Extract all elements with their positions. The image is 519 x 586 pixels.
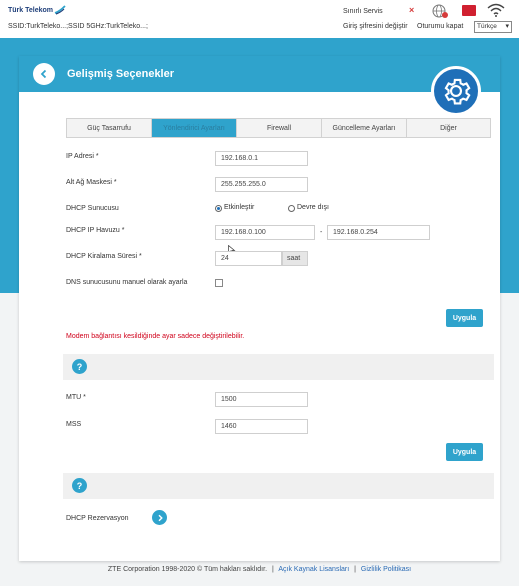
ip-address-label: IP Adresi * [66, 153, 99, 160]
help-icon[interactable]: ? [72, 359, 87, 374]
tab-label: Firewall [266, 124, 292, 132]
mtu-label: MTU * [66, 394, 86, 401]
tab-power-saving[interactable]: Güç Tasarrufu [67, 119, 152, 137]
dhcp-reservation-expand-button[interactable] [152, 510, 167, 525]
dhcp-pool-start-input[interactable]: 192.168.0.100 [215, 225, 315, 240]
subnet-mask-label: Alt Ağ Maskesi * [66, 179, 117, 186]
mtu-section-header: ? [63, 354, 494, 380]
dhcp-lease-label: DHCP Kiralama Süresi * [66, 253, 142, 260]
tab-label: Güç Tasarrufu [87, 124, 131, 132]
page-title: Gelişmiş Seçenekler [67, 68, 175, 80]
dhcp-pool-end-input[interactable]: 192.168.0.254 [327, 225, 430, 240]
dhcp-disable-radio[interactable] [288, 205, 295, 212]
tab-bar: Güç Tasarrufu Yönlendirici Ayarları Fire… [66, 118, 491, 138]
language-select[interactable]: Türkçe ▾ [474, 21, 512, 33]
footer-separator: | [271, 566, 274, 573]
copyright-text: ZTE Corporation 1998-2020 © Tüm hakları … [107, 566, 268, 573]
tab-update-settings[interactable]: Güncelleme Ayarları [322, 119, 407, 137]
tab-label: Güncelleme Ayarları [332, 124, 396, 132]
advanced-options-card: Gelişmiş Seçenekler Güç Tasarrufu Yönlen… [19, 56, 500, 561]
logout-link[interactable]: Oturumu kapat [417, 23, 463, 30]
footer: ZTE Corporation 1998-2020 © Tüm hakları … [0, 566, 519, 573]
warning-text: Modem bağlantısı kesildiğinde ayar sadec… [66, 333, 245, 340]
dhcp-enable-label: Etkinleştir [224, 204, 255, 211]
chevron-left-icon [40, 69, 47, 79]
tab-label: Diğer [440, 124, 457, 132]
subnet-mask-input[interactable]: 255.255.255.0 [215, 177, 308, 192]
lease-unit-label: saat [282, 251, 308, 266]
dhcp-reservation-section-header: ? [63, 473, 494, 499]
mtu-input[interactable]: 1500 [215, 392, 308, 407]
turk-telekom-logo: Türk Telekom [8, 5, 66, 15]
top-bar: Türk Telekom SSID:TurkTeleko...;SSID 5GH… [0, 0, 519, 38]
settings-gear-icon [431, 66, 481, 116]
dhcp-enable-radio[interactable] [215, 205, 222, 212]
dhcp-pool-label: DHCP IP Havuzu * [66, 227, 125, 234]
chevron-right-icon [158, 514, 163, 521]
ssid-text: SSID:TurkTeleko...;SSID 5GHz:TurkTeleko.… [8, 23, 148, 30]
limited-service-status: Sınırlı Servis [343, 8, 383, 15]
dns-manual-checkbox[interactable] [215, 279, 223, 287]
change-login-password-link[interactable]: Giriş şifresini değiştir [343, 23, 408, 30]
back-button[interactable] [33, 63, 55, 85]
no-service-icon: × [409, 5, 415, 15]
pool-separator: - [320, 229, 323, 236]
open-source-licenses-link[interactable]: Açık Kaynak Lisansları [278, 566, 349, 573]
tab-other[interactable]: Diğer [407, 119, 490, 137]
gear-icon [444, 78, 471, 105]
dhcp-disable-label: Devre dışı [297, 204, 329, 211]
sim-card-icon[interactable] [462, 5, 476, 16]
globe-icon[interactable] [431, 3, 449, 19]
card-header: Gelişmiş Seçenekler [19, 56, 500, 92]
apply-button[interactable]: Uygula [446, 443, 483, 461]
dhcp-server-label: DHCP Sunucusu [66, 205, 119, 212]
logo-text: Türk Telekom [8, 6, 53, 14]
chevron-down-icon: ▾ [505, 23, 509, 30]
footer-separator: | [354, 566, 356, 573]
wifi-icon[interactable] [487, 3, 505, 17]
mss-input[interactable]: 1460 [215, 419, 308, 434]
language-value: Türkçe [477, 23, 497, 30]
ip-address-input[interactable]: 192.168.0.1 [215, 151, 308, 166]
tab-label: Yönlendirici Ayarları [163, 124, 225, 132]
privacy-policy-link[interactable]: Gizlilik Politikası [361, 566, 411, 573]
dns-manual-label: DNS sunucusunu manuel olarak ayarla [66, 279, 188, 286]
tab-firewall[interactable]: Firewall [237, 119, 322, 137]
tab-router-settings[interactable]: Yönlendirici Ayarları [152, 119, 237, 137]
apply-button[interactable]: Uygula [446, 309, 483, 327]
dhcp-reservation-label: DHCP Rezervasyon [66, 515, 129, 522]
mss-label: MSS [66, 421, 82, 428]
dhcp-lease-input[interactable]: 24 [215, 251, 282, 266]
help-icon[interactable]: ? [72, 478, 87, 493]
logo-swoosh-icon [54, 5, 66, 15]
